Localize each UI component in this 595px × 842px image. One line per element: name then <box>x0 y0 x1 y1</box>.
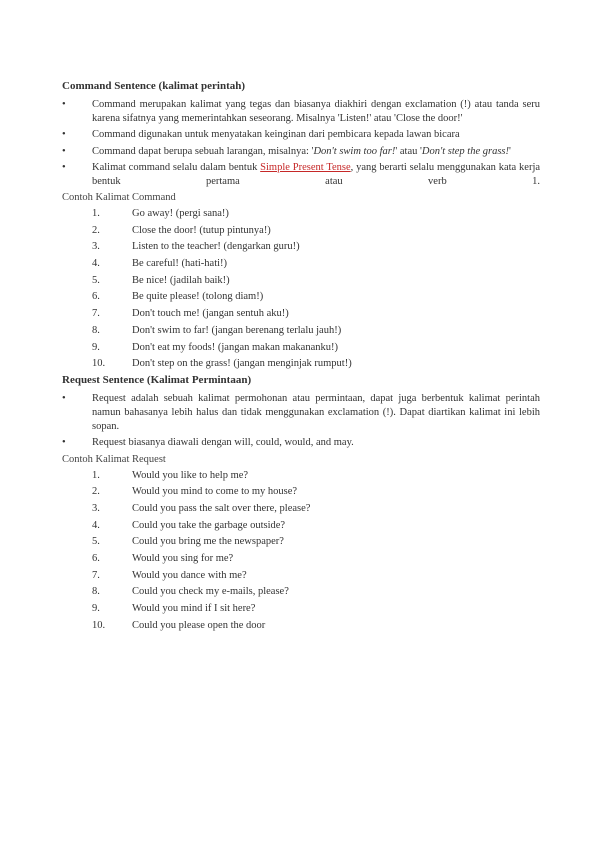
list-item: 1.Would you like to help me? <box>92 469 540 484</box>
bullet-icon: • <box>62 128 66 142</box>
list-item: 9.Would you mind if I sit here? <box>92 602 540 617</box>
list-item: 10.Don't step on the grass! (jangan meng… <box>92 357 540 372</box>
list-number: 6. <box>92 290 132 305</box>
list-number: 1. <box>92 207 132 222</box>
list-number: 3. <box>92 240 132 255</box>
list-item: 6.Would you sing for me? <box>92 552 540 567</box>
bullet-text: ' atau ' <box>395 146 422 157</box>
bullet-icon: • <box>62 436 66 450</box>
list-text: Don't touch me! (jangan sentuh aku!) <box>132 307 289 322</box>
list-number: 10. <box>92 357 132 372</box>
list-item: 7.Don't touch me! (jangan sentuh aku!) <box>92 307 540 322</box>
bullet-item: • Command digunakan untuk menyatakan kei… <box>62 128 540 142</box>
list-number: 4. <box>92 519 132 534</box>
bullet-item: • Command dapat berupa sebuah larangan, … <box>62 145 540 159</box>
bullet-text: ' <box>509 146 511 157</box>
bullet-text: Command dapat berupa sebuah larangan, mi… <box>92 146 313 157</box>
list-item: 5.Could you bring me the newspaper? <box>92 535 540 550</box>
list-item: 4.Be careful! (hati-hati!) <box>92 257 540 272</box>
list-text: Don't step on the grass! (jangan menginj… <box>132 357 352 372</box>
bullet-text: Request biasanya diawali dengan will, co… <box>92 437 354 448</box>
section2-subtitle: Contoh Kalimat Request <box>62 454 540 465</box>
list-text: Be nice! (jadilah baik!) <box>132 274 230 289</box>
list-number: 4. <box>92 257 132 272</box>
list-number: 7. <box>92 569 132 584</box>
list-number: 10. <box>92 619 132 634</box>
list-number: 9. <box>92 602 132 617</box>
list-number: 5. <box>92 535 132 550</box>
bullet-icon: • <box>62 392 66 406</box>
list-item: 7.Would you dance with me? <box>92 569 540 584</box>
bullet-item: • Kalimat command selalu dalam bentuk Si… <box>62 161 540 189</box>
italic-text: Don't swim too far! <box>313 146 395 157</box>
list-text: Could you pass the salt over there, plea… <box>132 502 310 517</box>
list-text: Would you mind if I sit here? <box>132 602 255 617</box>
command-list: 1.Go away! (pergi sana!)2.Close the door… <box>62 207 540 372</box>
list-text: Go away! (pergi sana!) <box>132 207 229 222</box>
list-number: 8. <box>92 585 132 600</box>
list-item: 2.Close the door! (tutup pintunya!) <box>92 224 540 239</box>
list-text: Don't eat my foods! (jangan makan makana… <box>132 341 338 356</box>
list-number: 9. <box>92 341 132 356</box>
list-text: Could you bring me the newspaper? <box>132 535 284 550</box>
list-item: 8.Don't swim to far! (jangan berenang te… <box>92 324 540 339</box>
italic-text: Don't step the grass! <box>422 146 509 157</box>
list-item: 2.Would you mind to come to my house? <box>92 485 540 500</box>
list-number: 2. <box>92 224 132 239</box>
document-page: Command Sentence (kalimat perintah) • Co… <box>0 0 595 675</box>
list-item: 3.Listen to the teacher! (dengarkan guru… <box>92 240 540 255</box>
list-text: Could you take the garbage outside? <box>132 519 285 534</box>
list-text: Listen to the teacher! (dengarkan guru!) <box>132 240 300 255</box>
bullet-text: Request adalah sebuah kalimat permohonan… <box>92 393 540 432</box>
request-list: 1.Would you like to help me?2.Would you … <box>62 469 540 634</box>
section2-title: Request Sentence (Kalimat Permintaan) <box>62 374 540 386</box>
bullet-item: • Request biasanya diawali dengan will, … <box>62 436 540 450</box>
bullet-text: Command digunakan untuk menyatakan keing… <box>92 129 460 140</box>
bullet-text: Kalimat command selalu dalam bentuk <box>92 162 260 173</box>
list-number: 6. <box>92 552 132 567</box>
list-text: Be quite please! (tolong diam!) <box>132 290 263 305</box>
list-number: 2. <box>92 485 132 500</box>
bullet-icon: • <box>62 161 66 175</box>
list-item: 1.Go away! (pergi sana!) <box>92 207 540 222</box>
list-number: 3. <box>92 502 132 517</box>
link-text[interactable]: Simple Present Tense <box>260 162 351 173</box>
list-text: Close the door! (tutup pintunya!) <box>132 224 271 239</box>
list-item: 5.Be nice! (jadilah baik!) <box>92 274 540 289</box>
list-item: 4.Could you take the garbage outside? <box>92 519 540 534</box>
list-text: Would you like to help me? <box>132 469 248 484</box>
list-number: 8. <box>92 324 132 339</box>
list-text: Would you sing for me? <box>132 552 233 567</box>
list-text: Don't swim to far! (jangan berenang terl… <box>132 324 341 339</box>
list-item: 10.Could you please open the door <box>92 619 540 634</box>
list-text: Could you please open the door <box>132 619 265 634</box>
list-item: 6.Be quite please! (tolong diam!) <box>92 290 540 305</box>
list-text: Would you mind to come to my house? <box>132 485 297 500</box>
list-text: Be careful! (hati-hati!) <box>132 257 227 272</box>
bullet-item: • Request adalah sebuah kalimat permohon… <box>62 392 540 435</box>
list-number: 1. <box>92 469 132 484</box>
list-item: 9.Don't eat my foods! (jangan makan maka… <box>92 341 540 356</box>
section1-title: Command Sentence (kalimat perintah) <box>62 80 540 92</box>
list-item: 3.Could you pass the salt over there, pl… <box>92 502 540 517</box>
list-number: 7. <box>92 307 132 322</box>
list-item: 8.Could you check my e-mails, please? <box>92 585 540 600</box>
list-text: Could you check my e-mails, please? <box>132 585 289 600</box>
bullet-icon: • <box>62 98 66 112</box>
list-number: 5. <box>92 274 132 289</box>
bullet-item: • Command merupakan kalimat yang tegas d… <box>62 98 540 126</box>
bullet-text: Command merupakan kalimat yang tegas dan… <box>92 99 540 124</box>
bullet-icon: • <box>62 145 66 159</box>
section1-subtitle: Contoh Kalimat Command <box>62 192 540 203</box>
list-text: Would you dance with me? <box>132 569 247 584</box>
